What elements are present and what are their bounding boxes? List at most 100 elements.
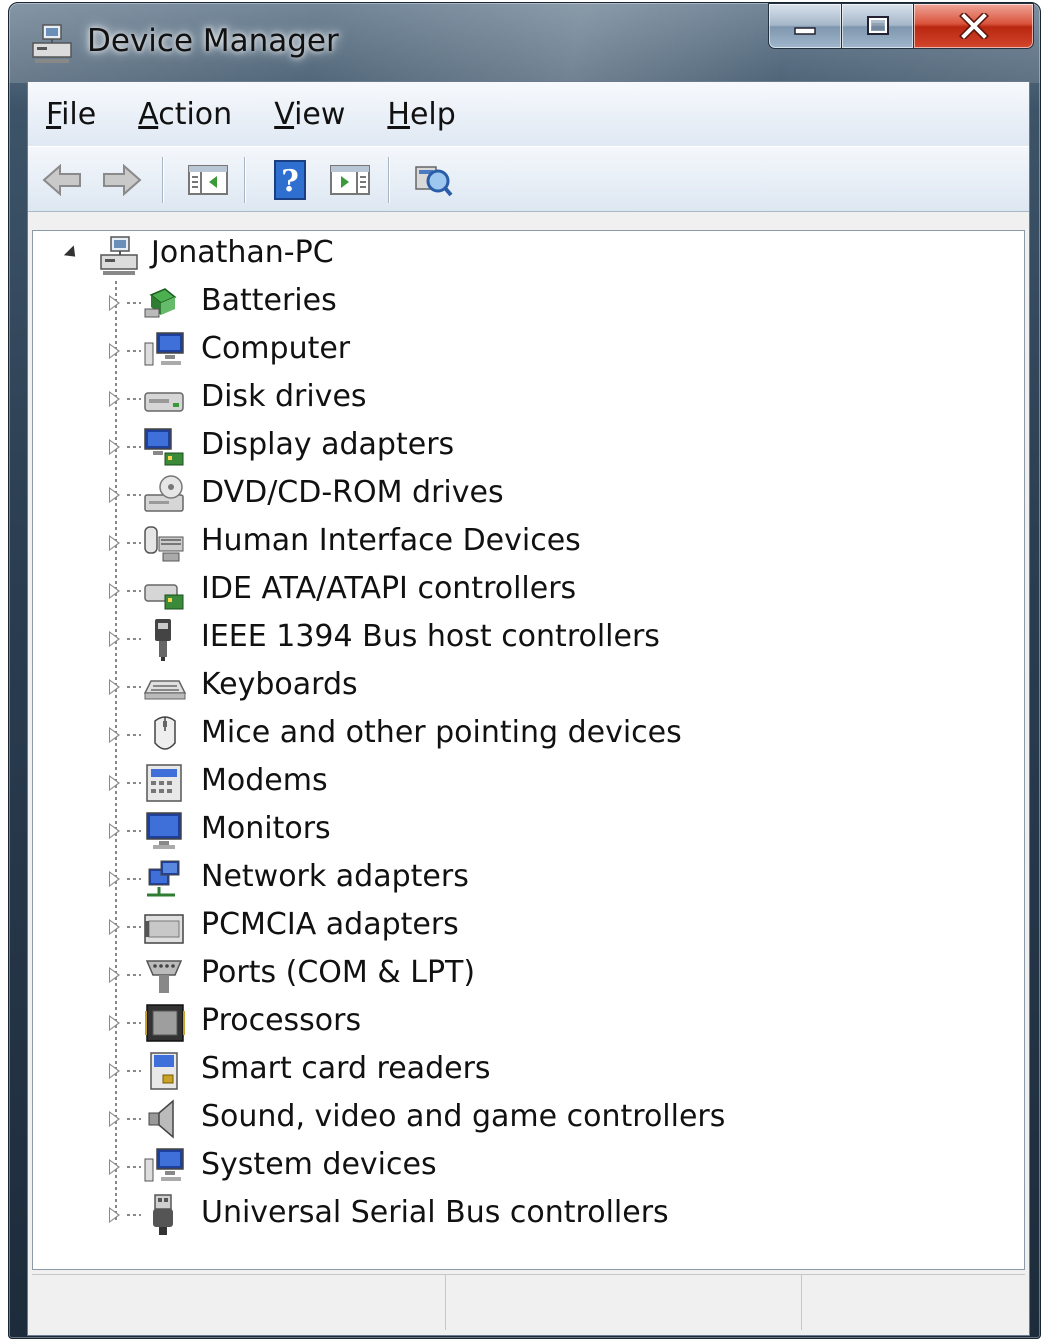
client-area: File Action View Help ? Jonathan-PC Batt…: [27, 81, 1030, 1336]
tree-item[interactable]: Ports (COM & LPT): [33, 951, 1024, 999]
tree-item[interactable]: IDE ATA/ATAPI controllers: [33, 567, 1024, 615]
tree-connector-line: [127, 638, 141, 640]
tree-connector-line: [127, 398, 141, 400]
tree-connector-line: [127, 1166, 141, 1168]
expand-arrow-icon[interactable]: [109, 391, 120, 407]
tree-item[interactable]: Network adapters: [33, 855, 1024, 903]
toolbar: ?: [28, 146, 1029, 212]
help-button[interactable]: ?: [266, 157, 314, 203]
expand-arrow-icon[interactable]: [109, 295, 120, 311]
back-button[interactable]: [38, 157, 86, 203]
tree-item[interactable]: Processors: [33, 999, 1024, 1047]
menu-file[interactable]: File: [46, 97, 96, 132]
tree-item[interactable]: Modems: [33, 759, 1024, 807]
tree-root[interactable]: Jonathan-PC: [33, 231, 1024, 279]
tree-connector-line: [127, 542, 141, 544]
keyboard-icon: [143, 680, 187, 700]
ide-controller-icon: [144, 584, 184, 610]
tree-connector-line: [127, 350, 141, 352]
expand-arrow-icon[interactable]: [109, 967, 120, 983]
tree-connector-line: [127, 590, 141, 592]
tree-connector-line: [127, 494, 141, 496]
caption-buttons: [768, 3, 1034, 53]
menu-action[interactable]: Action: [138, 97, 232, 132]
status-cell: [802, 1275, 1025, 1330]
expand-arrow-icon[interactable]: [109, 487, 120, 503]
tree-connector-line: [127, 734, 141, 736]
expand-arrow-icon[interactable]: [109, 871, 120, 887]
expand-arrow-icon[interactable]: [109, 1015, 120, 1031]
device-tree[interactable]: Jonathan-PC Batteries Computer Disk drives…: [32, 230, 1025, 1270]
title-bar[interactable]: Device Manager: [9, 3, 1040, 81]
tree-item[interactable]: DVD/CD-ROM drives: [33, 471, 1024, 519]
tree-connector-line: [127, 974, 141, 976]
expand-arrow-icon[interactable]: [109, 1207, 120, 1223]
tree-root-label: Jonathan-PC: [151, 235, 334, 270]
scan-hardware-changes-icon: [415, 166, 453, 197]
tree-connector-line: [127, 782, 141, 784]
tree-item-label: Computer: [201, 331, 351, 366]
expand-arrow-icon[interactable]: [109, 631, 120, 647]
tree-item[interactable]: Computer: [33, 327, 1024, 375]
tree-item[interactable]: PCMCIA adapters: [33, 903, 1024, 951]
expand-arrow-icon[interactable]: [109, 1063, 120, 1079]
tree-item[interactable]: Keyboards: [33, 663, 1024, 711]
dvd-drive-icon: [144, 475, 184, 512]
tree-item-label: System devices: [201, 1147, 437, 1182]
tree-item[interactable]: Display adapters: [33, 423, 1024, 471]
expand-arrow-icon[interactable]: [109, 775, 120, 791]
tree-item-label: Sound, video and game controllers: [201, 1099, 726, 1134]
tree-item[interactable]: Universal Serial Bus controllers: [33, 1191, 1024, 1239]
menu-view[interactable]: View: [274, 97, 345, 132]
expand-arrow-icon[interactable]: [109, 919, 120, 935]
show-hide-action-pane-button[interactable]: [326, 157, 374, 203]
expand-arrow-icon[interactable]: [109, 439, 120, 455]
expand-arrow-icon[interactable]: [109, 535, 120, 551]
tree-item[interactable]: Human Interface Devices: [33, 519, 1024, 567]
show-hide-console-tree-icon: [188, 165, 228, 195]
tree-item-label: Batteries: [201, 283, 337, 318]
expand-arrow-icon[interactable]: [109, 1111, 120, 1127]
minimize-icon: [794, 27, 816, 35]
hid-icon: [144, 526, 184, 562]
computer-icon: [144, 332, 184, 366]
status-cell: [446, 1275, 802, 1330]
ieee1394-icon: [155, 619, 171, 661]
show-hide-action-pane-icon: [330, 165, 370, 195]
toolbar-separator: [244, 157, 246, 203]
tree-item[interactable]: Mice and other pointing devices: [33, 711, 1024, 759]
tree-item[interactable]: Batteries: [33, 279, 1024, 327]
minimize-button[interactable]: [768, 3, 842, 49]
window-title: Device Manager: [87, 23, 339, 59]
tree-item[interactable]: System devices: [33, 1143, 1024, 1191]
show-hide-console-tree-button[interactable]: [184, 157, 232, 203]
menu-help[interactable]: Help: [387, 97, 455, 132]
expand-arrow-icon[interactable]: [109, 1159, 120, 1175]
close-button[interactable]: [914, 3, 1034, 49]
expand-arrow-icon[interactable]: [109, 679, 120, 695]
collapse-arrow-icon[interactable]: [63, 245, 81, 262]
tree-item-label: Network adapters: [201, 859, 469, 894]
tree-item[interactable]: Sound, video and game controllers: [33, 1095, 1024, 1143]
network-adapter-icon: [147, 860, 180, 897]
computer-root-icon: [100, 236, 138, 275]
port-icon: [145, 960, 183, 993]
status-bar: [32, 1274, 1025, 1330]
expand-arrow-icon[interactable]: [109, 727, 120, 743]
device-manager-window: Device Manager File Action View Help ? J…: [8, 2, 1041, 1339]
system-devices-icon: [144, 1148, 184, 1182]
expand-arrow-icon[interactable]: [109, 823, 120, 839]
tree-item[interactable]: Disk drives: [33, 375, 1024, 423]
forward-button[interactable]: [98, 157, 146, 203]
tree-item-label: Keyboards: [201, 667, 358, 702]
expand-arrow-icon[interactable]: [109, 583, 120, 599]
maximize-button[interactable]: [842, 3, 914, 49]
tree-item-label: PCMCIA adapters: [201, 907, 459, 942]
expand-arrow-icon[interactable]: [109, 343, 120, 359]
tree-item-label: IEEE 1394 Bus host controllers: [201, 619, 660, 654]
tree-item[interactable]: IEEE 1394 Bus host controllers: [33, 615, 1024, 663]
scan-hardware-changes-button[interactable]: [408, 157, 456, 203]
tree-item[interactable]: Monitors: [33, 807, 1024, 855]
tree-item[interactable]: Smart card readers: [33, 1047, 1024, 1095]
modem-icon: [146, 764, 182, 802]
